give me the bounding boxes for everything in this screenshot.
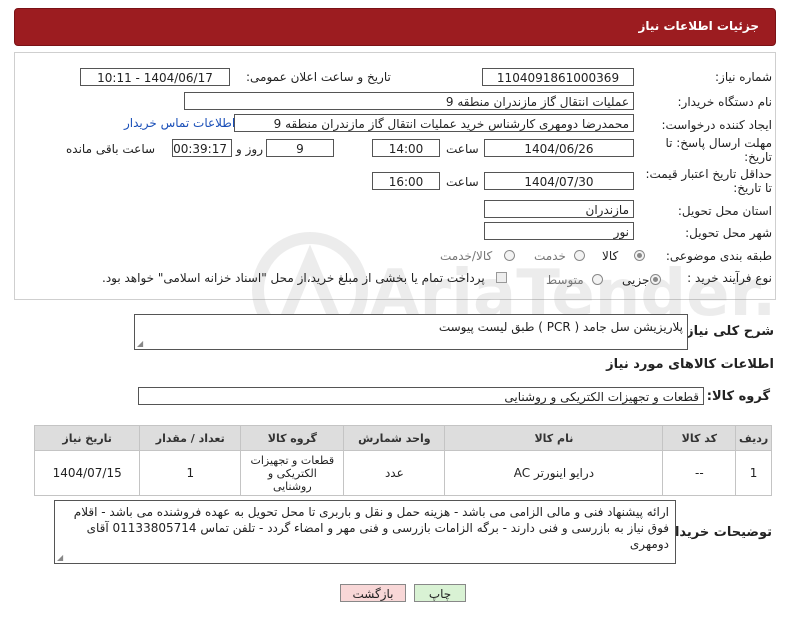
need-number-label: شماره نیاز:	[715, 70, 772, 84]
price-time-field[interactable]: 16:00	[372, 172, 440, 190]
category-radio-service[interactable]	[574, 250, 585, 261]
process-option-medium: متوسط	[546, 273, 584, 287]
remaining-time-field[interactable]: 00:39:17	[172, 139, 232, 157]
col-code-header: کد کالا	[662, 425, 737, 451]
cell-name: درایو اینورتر AC	[444, 450, 664, 496]
col-row-header: ردیف	[735, 425, 772, 451]
col-qty-header: تعداد / مقدار	[139, 425, 242, 451]
need-number-field[interactable]: 1104091861000369	[482, 68, 634, 86]
resize-handle-icon[interactable]: ◢	[137, 339, 143, 348]
page-title: جزئیات اطلاعات نیاز	[638, 19, 759, 33]
deadline-time-field[interactable]: 14:00	[372, 139, 440, 157]
goods-section-title: اطلاعات کالاهای مورد نیاز	[606, 357, 774, 372]
price-time-label: ساعت	[446, 175, 479, 189]
process-label: نوع فرآیند خرید :	[687, 271, 772, 285]
category-option-goods: کالا	[602, 249, 619, 263]
cell-code: --	[662, 450, 737, 496]
buyer-field[interactable]: عملیات انتقال گاز مازندران منطقه 9	[184, 92, 634, 110]
col-date-header: تاریخ نیاز	[33, 425, 141, 451]
cell-date: 1404/07/15	[33, 450, 141, 496]
cell-row: 1	[735, 450, 772, 496]
buyer-notes-field[interactable]: ارائه پیشنهاد فنی و مالی الزامی می باشد …	[54, 500, 676, 564]
col-unit-header: واحد شمارش	[343, 425, 446, 451]
province-field[interactable]: مازندران	[484, 200, 634, 218]
category-radio-both[interactable]	[504, 250, 515, 261]
remaining-label: ساعت باقی مانده	[66, 142, 156, 156]
price-validity-label-2: تا تاریخ:	[733, 181, 772, 195]
buyer-notes-text: ارائه پیشنهاد فنی و مالی الزامی می باشد …	[73, 505, 669, 551]
page-header: جزئیات اطلاعات نیاز	[14, 8, 776, 46]
announce-label: تاریخ و ساعت اعلان عمومی:	[246, 70, 391, 84]
days-field[interactable]: 9	[266, 139, 334, 157]
category-option-both: کالا/خدمت	[440, 249, 493, 263]
description-text: پلاریزیشن سل جامد ( PCR ) طبق لیست پیوست	[438, 320, 683, 334]
col-name-header: نام کالا	[444, 425, 664, 451]
process-option-minor: جزیی	[622, 273, 650, 287]
creator-label: ایجاد کننده درخواست:	[661, 118, 772, 132]
description-field[interactable]: پلاریزیشن سل جامد ( PCR ) طبق لیست پیوست…	[134, 314, 688, 350]
process-radio-minor[interactable]	[650, 274, 661, 285]
announce-field[interactable]: 1404/06/17 - 10:11	[80, 68, 230, 86]
city-field[interactable]: نور	[484, 222, 634, 240]
buyer-label: نام دستگاه خریدار:	[677, 95, 773, 109]
cell-group: قطعات و تجهیزات الکتریکی و روشنایی	[240, 450, 345, 496]
back-button[interactable]: بازگشت	[340, 584, 406, 602]
price-date-field[interactable]: 1404/07/30	[484, 172, 634, 190]
city-label: شهر محل تحویل:	[685, 226, 772, 240]
treasury-checkbox[interactable]	[496, 272, 507, 283]
goods-table: ردیف کد کالا نام کالا واحد شمارش گروه کا…	[33, 425, 772, 496]
deadline-date-field[interactable]: 1404/06/26	[484, 139, 634, 157]
treasury-note: پرداخت تمام یا بخشی از مبلغ خرید،از محل …	[102, 271, 485, 285]
category-radio-goods[interactable]	[634, 250, 645, 261]
category-label: طبقه بندی موضوعی:	[665, 249, 772, 263]
deadline-label-2: تاریخ:	[744, 150, 772, 164]
goods-group-field[interactable]: قطعات و تجهیزات الکتریکی و روشنایی	[138, 387, 704, 405]
table-row[interactable]: 1 -- درایو اینورتر AC عدد قطعات و تجهیزا…	[33, 450, 772, 496]
col-group-header: گروه کالا	[240, 425, 345, 451]
goods-table-header: ردیف کد کالا نام کالا واحد شمارش گروه کا…	[33, 425, 772, 451]
contact-info-link[interactable]: اطلاعات تماس خریدار	[124, 116, 235, 130]
deadline-time-label: ساعت	[446, 142, 479, 156]
price-validity-label: حداقل تاریخ اعتبار قیمت:	[645, 167, 772, 181]
deadline-label: مهلت ارسال پاسخ: تا	[665, 136, 772, 150]
category-option-service: خدمت	[534, 249, 566, 263]
days-label: روز و	[236, 142, 263, 156]
description-label: شرح کلی نیاز:	[680, 324, 774, 339]
buyer-notes-label: توضیحات خریدار:	[662, 525, 772, 540]
creator-field[interactable]: محمدرضا دومهری کارشناس خرید عملیات انتقا…	[234, 114, 634, 132]
resize-handle-icon[interactable]: ◢	[57, 553, 63, 562]
province-label: استان محل تحویل:	[677, 204, 772, 218]
cell-qty: 1	[139, 450, 242, 496]
goods-group-label: گروه کالا:	[706, 389, 770, 404]
process-radio-medium[interactable]	[592, 274, 603, 285]
print-button[interactable]: چاپ	[414, 584, 466, 602]
cell-unit: عدد	[343, 450, 446, 496]
